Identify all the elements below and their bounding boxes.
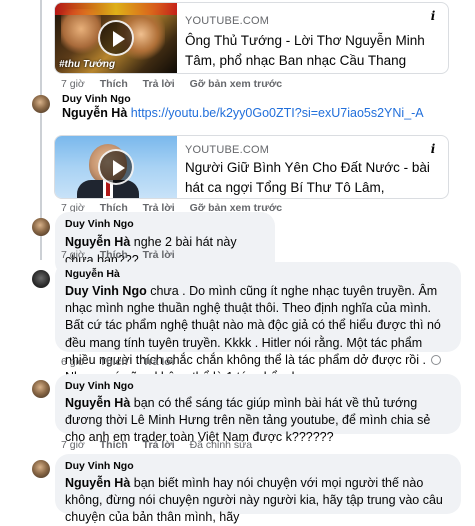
comment-body: Nguyễn Hà bạn biết mình hay nói chuyện v… <box>65 475 451 526</box>
like-button[interactable]: Thích <box>100 249 128 261</box>
mention-tag[interactable]: Nguyễn Hà <box>65 396 130 410</box>
avatar[interactable] <box>32 270 50 288</box>
info-icon[interactable]: i <box>426 9 440 23</box>
mention-tag[interactable]: Nguyễn Hà <box>65 476 130 490</box>
timestamp: 7 giờ <box>61 78 85 90</box>
play-icon <box>98 20 134 56</box>
link-preview-card[interactable]: YOUTUBE.COM Người Giữ Bình Yên Cho Đất N… <box>54 135 449 199</box>
thumbnail-caption: #thu Tướng <box>59 59 116 70</box>
comment-link[interactable]: https://youtu.be/k2yy0Go0ZTI?si=exU7iao5… <box>131 106 424 120</box>
comment-author[interactable]: Duy Vinh Ngo <box>65 460 451 472</box>
comment-actions: 6 giờ Thích Trả lời <box>61 356 187 368</box>
video-thumbnail[interactable] <box>55 136 177 198</box>
comment-body: Duy Vinh Ngo chưa . Do mình cũng ít nghe… <box>65 283 451 386</box>
avatar[interactable] <box>32 460 50 478</box>
comment-body: Nguyễn Hà https://youtu.be/k2yy0Go0ZTI?s… <box>62 104 424 122</box>
card-source: YOUTUBE.COM <box>185 144 270 156</box>
avatar[interactable] <box>32 218 50 236</box>
mention-tag[interactable]: Duy Vinh Ngo <box>65 284 147 298</box>
video-thumbnail[interactable]: #thu Tướng <box>55 3 177 73</box>
reply-button[interactable]: Trả lời <box>143 249 175 261</box>
like-button[interactable]: Thích <box>100 78 128 90</box>
card-source: YOUTUBE.COM <box>185 15 270 27</box>
link-preview-card[interactable]: #thu Tướng YOUTUBE.COM Ông Thủ Tướng - L… <box>54 2 449 74</box>
card-title: Ông Thủ Tướng - Lời Thơ Nguyễn Minh Tâm,… <box>185 33 425 68</box>
comment-actions: 7 giờ Thích Trả lời Đã chỉnh sửa <box>61 439 264 451</box>
comment-bubble: Nguyễn Hà Duy Vinh Ngo chưa . Do mình cũ… <box>55 262 461 384</box>
info-icon[interactable]: i <box>426 142 440 156</box>
comment-actions: 7 giờ Thích Trả lời Gỡ bản xem trước <box>61 78 294 90</box>
timestamp: 7 giờ <box>61 439 85 451</box>
comment-author[interactable]: Duy Vinh Ngo <box>65 380 451 392</box>
card-title: Người Giữ Bình Yên Cho Đất Nước - bài há… <box>185 160 430 195</box>
avatar[interactable] <box>32 380 50 398</box>
play-icon <box>98 149 134 185</box>
comment-text: chưa . Do mình cũng ít nghe nhạc tuyên t… <box>65 284 441 384</box>
timestamp: 6 giờ <box>61 356 85 368</box>
reply-button[interactable]: Trả lời <box>143 78 175 90</box>
remove-preview-button[interactable]: Gỡ bản xem trước <box>190 78 283 90</box>
avatar[interactable] <box>32 95 50 113</box>
mention-tag[interactable]: Nguyễn Hà <box>62 106 127 120</box>
comment-actions: 7 giờ Thích Trả lời <box>61 249 187 261</box>
timestamp: 7 giờ <box>61 249 85 261</box>
comment-bubble: Duy Vinh Ngo Nguyễn Hà bạn có thể sáng t… <box>55 374 461 444</box>
like-button[interactable]: Thích <box>100 439 128 451</box>
mention-tag[interactable]: Nguyễn Hà <box>65 235 130 249</box>
comment-bubble: Duy Vinh Ngo Nguyễn Hà bạn biết mình hay… <box>55 454 461 524</box>
like-button[interactable]: Thích <box>100 356 128 368</box>
reply-button[interactable]: Trả lời <box>143 356 175 368</box>
reply-button[interactable]: Trả lời <box>143 439 175 451</box>
comment-author[interactable]: Duy Vinh Ngo <box>65 218 265 230</box>
react-icon[interactable] <box>428 352 444 368</box>
edited-label: Đã chỉnh sửa <box>189 439 253 451</box>
comment-author[interactable]: Nguyễn Hà <box>65 268 451 280</box>
